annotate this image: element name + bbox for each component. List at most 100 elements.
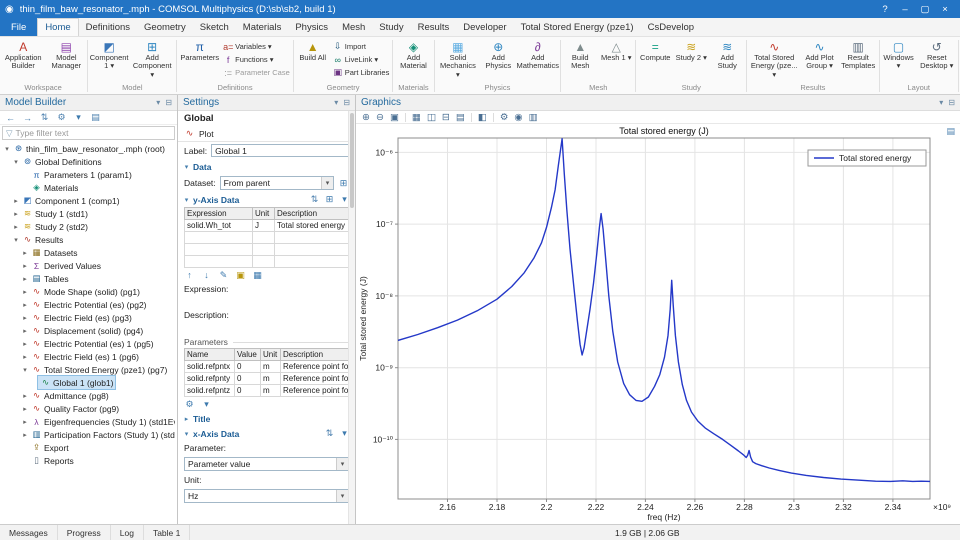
label-input[interactable]: Global 1	[211, 144, 349, 157]
section-x-axis-data[interactable]: ▾ x-Axis Data ⇅ ▾	[178, 426, 355, 441]
tree-closed-arrow-icon[interactable]: ▸	[21, 249, 29, 257]
view-quad-icon[interactable]: ▤	[456, 112, 465, 123]
ribbon-button-reset-desktop[interactable]: ↺Reset Desktop ▾	[917, 38, 957, 71]
ribbon-button-import[interactable]: ⇩Import	[331, 40, 392, 53]
ribbon-button-total-stored-energy-pze[interactable]: ∿Total Stored Energy (pze... ▾	[748, 38, 800, 79]
ribbon-button-part-libraries[interactable]: ▣Part Libraries	[331, 66, 392, 79]
parameters-table-row[interactable]: solid.refpntx0mReference point for mom..…	[185, 361, 351, 373]
y-axis-table-column-header[interactable]: Expression	[185, 208, 253, 220]
menu-tab-definitions[interactable]: Definitions	[79, 18, 137, 36]
tree-item-electric-field-es-1-pg6[interactable]: ▸ ∿ Electric Field (es) 1 (pg6)	[0, 350, 177, 363]
tree-closed-arrow-icon[interactable]: ▸	[21, 301, 29, 309]
ribbon-button-variables[interactable]: a=Variables ▾	[221, 40, 292, 53]
move-up-icon[interactable]: ↑	[184, 270, 195, 280]
ribbon-button-parameters[interactable]: πParameters	[178, 38, 221, 62]
plot-button[interactable]: ∿ Plot	[178, 126, 355, 142]
y-axis-table-column-header[interactable]: Description	[275, 208, 351, 220]
tree-closed-arrow-icon[interactable]: ▸	[21, 275, 29, 283]
tree-closed-arrow-icon[interactable]: ▸	[21, 262, 29, 270]
tree-closed-arrow-icon[interactable]: ▸	[21, 418, 29, 426]
tree-closed-arrow-icon[interactable]: ▸	[21, 314, 29, 322]
zoom-in-icon[interactable]: ⊕	[362, 112, 370, 123]
parameters-table-row[interactable]: solid.refpnty0mReference point for mom..…	[185, 373, 351, 385]
parameters-table-column-header[interactable]: Value	[235, 349, 261, 361]
back-icon[interactable]: ←	[5, 113, 16, 123]
menu-tab-csdevelop[interactable]: CsDevelop	[641, 18, 701, 36]
tree-item-study-2-std2[interactable]: ▸ ≋ Study 2 (std2)	[0, 220, 177, 233]
parameters-gear-icon[interactable]: ⚙	[184, 399, 195, 410]
tree-closed-arrow-icon[interactable]: ▸	[12, 223, 20, 231]
tree-closed-arrow-icon[interactable]: ▸	[21, 340, 29, 348]
tree-item-datasets[interactable]: ▸ ▦ Datasets	[0, 246, 177, 259]
zoom-extents-icon[interactable]: ▣	[390, 112, 399, 123]
help-icon[interactable]: ?	[875, 4, 895, 15]
section-y-axis-data[interactable]: ▾ y-Axis Data ⇅ ⊞ ▾	[178, 192, 355, 207]
plot-settings-icon[interactable]: ⚙	[500, 112, 509, 123]
energy-plot[interactable]: 2.162.182.22.222.242.262.282.32.322.3410…	[356, 124, 957, 524]
ribbon-button-study-2[interactable]: ≋Study 2 ▾	[673, 38, 709, 62]
menu-tab-total-stored-energy-pze1[interactable]: Total Stored Energy (pze1)	[514, 18, 641, 36]
tree-item-derived-values[interactable]: ▸ Σ Derived Values	[0, 259, 177, 272]
tree-closed-arrow-icon[interactable]: ▸	[21, 327, 29, 335]
close-icon[interactable]: ×	[935, 4, 955, 15]
view-split-v-icon[interactable]: ⊟	[442, 112, 450, 123]
tree-item-component-1-comp1[interactable]: ▸ ◩ Component 1 (comp1)	[0, 194, 177, 207]
tree-item-electric-field-es-pg3[interactable]: ▸ ∿ Electric Field (es) (pg3)	[0, 311, 177, 324]
status-tab-progress[interactable]: Progress	[58, 525, 111, 540]
status-tab-messages[interactable]: Messages	[0, 525, 58, 540]
graphics-collapse-icon[interactable]: ⊟	[948, 98, 955, 107]
tree-item-global-1-glob1[interactable]: ∿ Global 1 (glob1)	[0, 376, 177, 389]
ribbon-button-result-templates[interactable]: ▥Result Templates	[839, 38, 878, 71]
tree-closed-arrow-icon[interactable]: ▸	[21, 431, 29, 439]
tree-closed-arrow-icon[interactable]: ▸	[21, 353, 29, 361]
y-axis-table-column-header[interactable]: Unit	[253, 208, 275, 220]
filter-box[interactable]: ▽ Type filter text	[2, 126, 175, 140]
expression-field[interactable]	[178, 296, 355, 308]
tree-item-materials[interactable]: ◈ Materials	[0, 181, 177, 194]
save-expression-icon[interactable]: ▦	[252, 270, 263, 281]
menu-tab-study[interactable]: Study	[372, 18, 410, 36]
view-split-h-icon[interactable]: ◫	[427, 112, 436, 123]
tree-item-displacement-solid-pg4[interactable]: ▸ ∿ Displacement (solid) (pg4)	[0, 324, 177, 337]
tree-item-thin-film-baw-resonator-mph-root[interactable]: ▾ ⊛ thin_film_baw_resonator_.mph (root)	[0, 142, 177, 155]
forward-icon[interactable]: →	[22, 113, 33, 123]
tree-item-total-stored-energy-pze1-pg7[interactable]: ▾ ∿ Total Stored Energy (pze1) (pg7)	[0, 363, 177, 376]
tree-closed-arrow-icon[interactable]: ▸	[21, 288, 29, 296]
y-move-icon[interactable]: ⇅	[309, 194, 320, 205]
ribbon-button-mesh-1[interactable]: △Mesh 1 ▾	[598, 38, 634, 62]
tree-item-results[interactable]: ▾ ∿ Results	[0, 233, 177, 246]
print-icon[interactable]: ▥	[529, 112, 538, 123]
tree-open-arrow-icon[interactable]: ▾	[21, 366, 29, 374]
menu-tab-mesh[interactable]: Mesh	[335, 18, 372, 36]
ribbon-button-add-physics[interactable]: ⊕Add Physics	[480, 38, 516, 71]
settings-scrollbar[interactable]	[348, 111, 355, 524]
menu-tab-results[interactable]: Results	[411, 18, 457, 36]
tree-view-icon[interactable]: ▤	[90, 112, 101, 123]
tree-closed-arrow-icon[interactable]: ▸	[21, 392, 29, 400]
ribbon-button-add-component[interactable]: ⊞Add Component ▾	[129, 38, 175, 79]
tree-item-parameters-1-param1[interactable]: π Parameters 1 (param1)	[0, 168, 177, 181]
ribbon-button-add-mathematics[interactable]: ∂Add Mathematics	[516, 38, 559, 71]
model-builder-menu-icon[interactable]: ▾	[156, 98, 160, 107]
tree-open-arrow-icon[interactable]: ▾	[12, 158, 20, 166]
ribbon-button-add-material[interactable]: ◈Add Material	[394, 38, 432, 71]
settings-collapse-icon[interactable]: ⊟	[343, 98, 350, 107]
ribbon-button-solid-mechanics[interactable]: ▦Solid Mechanics ▾	[436, 38, 481, 79]
zoom-out-icon[interactable]: ⊖	[376, 112, 384, 123]
parameter-dropdown[interactable]: Parameter value ▾	[184, 457, 349, 471]
section-data[interactable]: ▾ Data	[178, 159, 355, 174]
settings-menu-icon[interactable]: ▾	[334, 98, 338, 107]
tree-item-study-1-std1[interactable]: ▸ ≋ Study 1 (std1)	[0, 207, 177, 220]
tree-item-tables[interactable]: ▸ ▤ Tables	[0, 272, 177, 285]
maximize-icon[interactable]: ▢	[915, 4, 935, 15]
model-settings-icon[interactable]: ⚙	[56, 112, 67, 123]
minimize-icon[interactable]: –	[895, 4, 915, 15]
model-builder-collapse-icon[interactable]: ⊟	[165, 98, 172, 107]
x-move-icon[interactable]: ⇅	[324, 428, 335, 439]
tree-item-participation-factors-study-1-std1mpf1[interactable]: ▸ ▥ Participation Factors (Study 1) (std…	[0, 428, 177, 441]
tree-item-eigenfrequencies-study-1-std1evgfrq[interactable]: ▸ λ Eigenfrequencies (Study 1) (std1EvgF…	[0, 415, 177, 428]
ribbon-button-build-all[interactable]: ▲Build All	[295, 38, 331, 62]
parameters-table-column-header[interactable]: Unit	[261, 349, 281, 361]
parameters-table-row[interactable]: solid.refpntz0mReference point for mom..…	[185, 385, 351, 397]
menu-tab-home[interactable]: Home	[37, 18, 78, 36]
